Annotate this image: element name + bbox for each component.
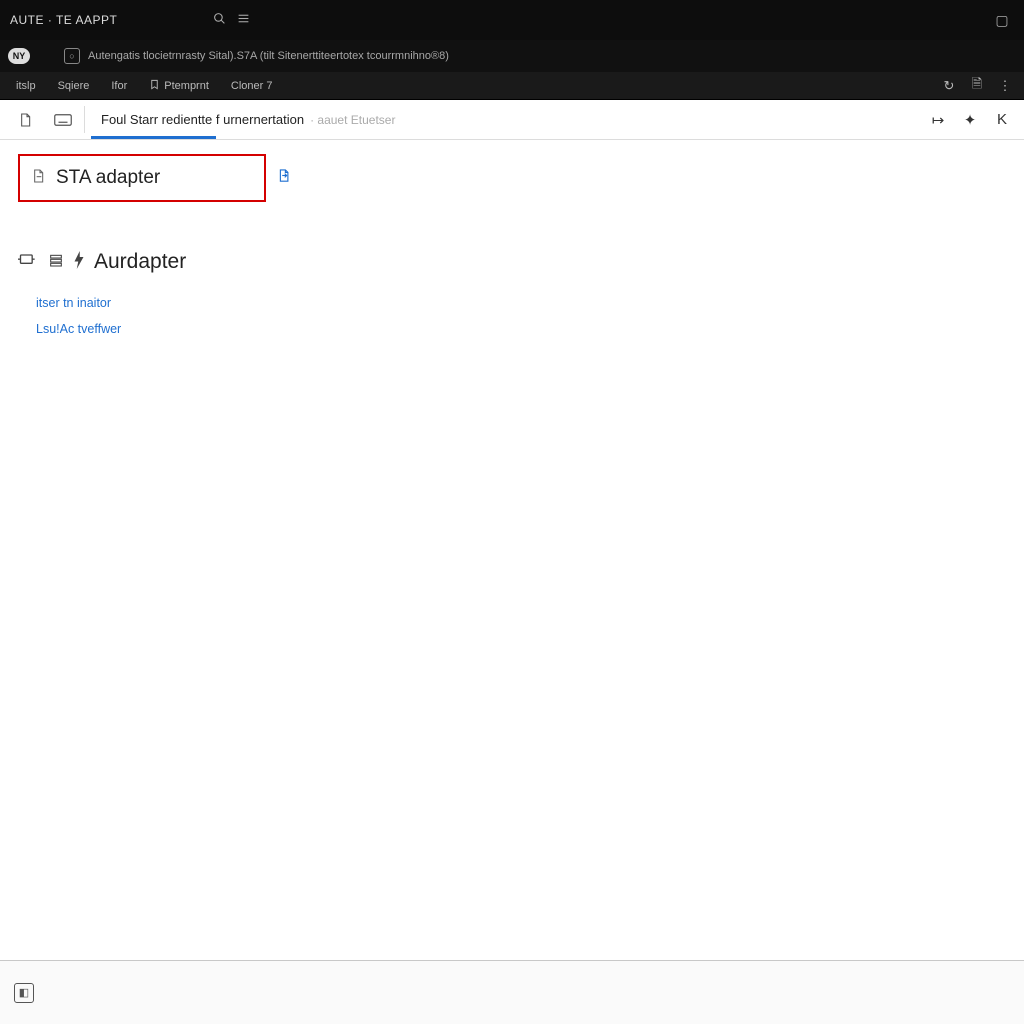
link-itser[interactable]: itser tn inaitor	[18, 296, 1006, 310]
bolt-icon	[74, 251, 84, 274]
link-lsu[interactable]: Lsu!Ac tveffwer	[18, 322, 1006, 336]
bookmark-icon	[149, 79, 160, 93]
heading-text: Aurdapter	[94, 250, 186, 274]
search-icon[interactable]	[207, 12, 231, 28]
title-bar: AUTE · TE AAPPT ▢	[0, 0, 1024, 40]
nav-icon[interactable]: ○	[64, 48, 80, 64]
menu-item-ifor[interactable]: Ifor	[101, 76, 137, 96]
menu-bar: itslp Sqiere Ifor Ptemprnt Cloner 7 ↻ 🗎 …	[0, 72, 1024, 100]
tab-label: Foul Starr redientte f urnernertation	[101, 112, 304, 127]
tab-sublabel: · aauet Etuetser	[310, 113, 395, 127]
menu-item-cloner[interactable]: Cloner 7	[221, 76, 283, 96]
more-icon[interactable]: ⋮	[992, 78, 1018, 94]
search-input[interactable]: STA adapter	[18, 154, 266, 202]
app-title: AUTE · TE AAPPT	[10, 13, 117, 27]
hamburger-icon[interactable]	[231, 12, 255, 28]
window-state-icon[interactable]: ▢	[990, 12, 1014, 29]
export-icon[interactable]: ↦	[922, 100, 954, 139]
doc-icon[interactable]: 🗎	[964, 75, 990, 97]
breadcrumb-path[interactable]: Autengatis tlocietrnrasty Sital).S7A (ti…	[88, 50, 449, 62]
page-icon[interactable]	[6, 100, 44, 139]
search-go-icon[interactable]	[276, 168, 291, 188]
tab-strip: Foul Starr redientte f urnernertation · …	[0, 100, 1024, 140]
status-icon[interactable]: ◧	[14, 983, 34, 1003]
keyboard-icon[interactable]	[44, 100, 82, 139]
menu-item-help[interactable]: itslp	[6, 76, 46, 96]
close-tab-icon[interactable]: K	[986, 100, 1018, 139]
app-logo: NY	[8, 48, 30, 64]
status-bar: ◧	[0, 960, 1024, 1024]
menu-item-sqiere[interactable]: Sqiere	[48, 76, 100, 96]
tab-documentation[interactable]: Foul Starr redientte f urnernertation · …	[87, 100, 409, 139]
menu-item-ptemprnt[interactable]: Ptemprnt	[139, 75, 219, 97]
search-value: STA adapter	[56, 167, 160, 189]
run-icon[interactable]: ✦	[954, 100, 986, 139]
address-bar: NY ○ Autengatis tlocietrnrasty Sital).S7…	[0, 40, 1024, 72]
page-body: STA adapter Aurdapter itser tn inaitor L…	[0, 140, 1024, 954]
device-icon	[18, 252, 38, 273]
sync-icon[interactable]: ↻	[936, 78, 962, 94]
page-heading: Aurdapter	[18, 250, 1006, 274]
document-icon	[30, 168, 46, 189]
stack-icon	[48, 252, 64, 273]
